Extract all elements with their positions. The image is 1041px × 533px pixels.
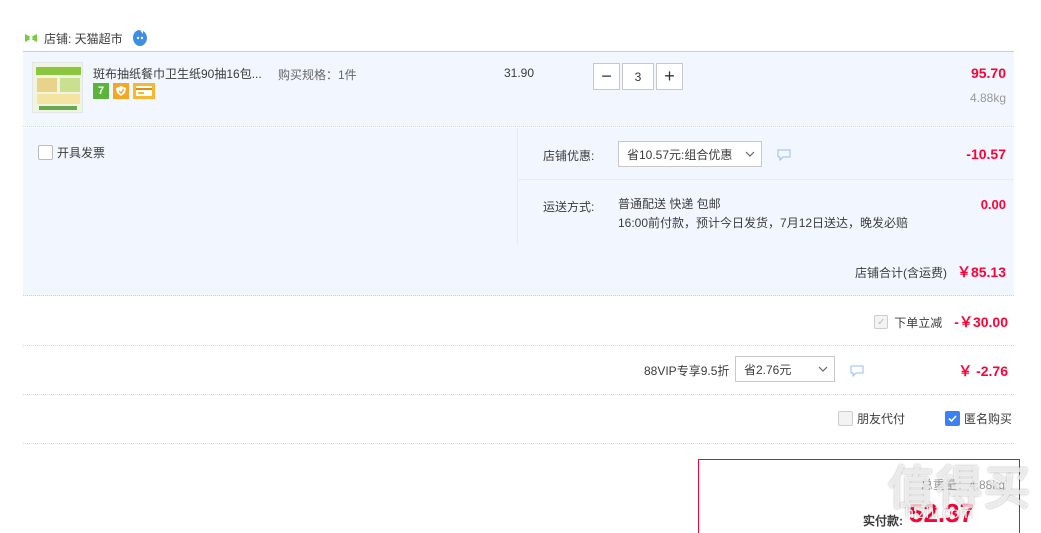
purchase-spec: 购买规格：1件 (278, 68, 357, 82)
cart-item-row: 斑布抽纸餐巾卫生纸90抽16包... 7 购买规格：1件 31.90 − 3 +… (23, 51, 1014, 127)
shipping-fee: 0.00 (980, 197, 1006, 212)
shop-header: 店铺: 天猫超市 (24, 28, 149, 48)
watermark-url: hizhi.com (905, 505, 973, 522)
friend-pay-checkbox[interactable] (838, 411, 853, 426)
wangwang-chat-icon[interactable] (131, 29, 149, 47)
anonymous-purchase-option[interactable]: 匿名购买 (945, 410, 1012, 427)
divider (23, 394, 1014, 395)
shop-discount-select[interactable]: 省10.57元:组合优惠 (618, 141, 762, 167)
quantity-decrease-button[interactable]: − (593, 63, 620, 90)
shop-total-label: 店铺合计(含运费) (854, 265, 947, 280)
invoice-option[interactable]: 开具发票 (38, 144, 105, 161)
vip-discount-select[interactable]: 省2.76元 (735, 356, 835, 382)
message-icon[interactable] (850, 365, 864, 377)
shop-discount-selected: 省10.57元:组合优惠 (627, 147, 733, 162)
service-badges: 7 (93, 83, 155, 99)
divider (23, 443, 1014, 444)
quantity-increase-button[interactable]: + (656, 63, 683, 90)
shop-discount-label: 店铺优惠: (543, 149, 595, 163)
seven-day-return-icon[interactable]: 7 (93, 83, 109, 99)
credit-card-icon[interactable] (133, 83, 155, 99)
order-options-panel: 店铺优惠: 省10.57元:组合优惠 -10.57 运送方式: 普通配送 快递 … (517, 128, 1014, 245)
shop-discount-row: 店铺优惠: 省10.57元:组合优惠 -10.57 (518, 128, 1014, 180)
quantity-input[interactable]: 3 (622, 63, 654, 90)
chevron-down-icon (818, 366, 828, 372)
anonymous-purchase-checkbox[interactable] (945, 411, 960, 426)
shop-icon (25, 34, 37, 42)
guarantee-shield-icon[interactable] (113, 83, 129, 99)
item-weight: 4.88kg (969, 91, 1006, 105)
shipping-note: 16:00前付款，预计今日发货，7月12日送达，晚发必赔 (618, 216, 909, 230)
shipping-method: 普通配送 快递 包邮 (618, 197, 721, 211)
message-icon[interactable] (777, 149, 791, 161)
product-title-link[interactable]: 斑布抽纸餐巾卫生纸90抽16包... (93, 65, 262, 82)
friend-pay-option[interactable]: 朋友代付 (838, 410, 905, 427)
shop-total: 店铺合计(含运费) ￥85.13 (855, 262, 1006, 282)
shop-total-value: ￥85.13 (956, 264, 1006, 280)
quantity-stepper: − 3 + (593, 63, 683, 90)
vip-discount-label: 88VIP专享9.5折 (644, 364, 730, 378)
shipping-label: 运送方式: (543, 200, 595, 214)
order-discount-row: ✓ 下单立减 -￥30.00 (874, 312, 1008, 332)
order-discount-checkbox: ✓ (874, 315, 889, 329)
friend-pay-label[interactable]: 朋友代付 (857, 410, 905, 427)
divider (23, 345, 1014, 346)
item-subtotal: 95.70 (970, 65, 1006, 81)
shop-discount-amount: -10.57 (966, 146, 1006, 162)
vip-discount-value: ￥ -2.76 (958, 363, 1008, 379)
order-discount-value: -￥30.00 (954, 314, 1008, 330)
invoice-label[interactable]: 开具发票 (57, 144, 105, 161)
vip-discount-selected: 省2.76元 (744, 362, 792, 377)
shop-order-details: 开具发票 店铺优惠: 省10.57元:组合优惠 -10.57 运送方式: 普通配… (23, 128, 1014, 296)
anonymous-purchase-label[interactable]: 匿名购买 (964, 410, 1012, 427)
shop-name[interactable]: 店铺: 天猫超市 (44, 30, 123, 47)
checkmark-icon (948, 415, 957, 423)
order-discount-label: 下单立减 (894, 315, 943, 330)
unit-price: 31.90 (504, 66, 535, 80)
chevron-down-icon (745, 151, 755, 157)
shipping-row: 运送方式: 普通配送 快递 包邮 16:00前付款，预计今日发货，7月12日送达… (518, 180, 1014, 245)
product-thumbnail[interactable] (32, 62, 83, 113)
invoice-checkbox[interactable] (38, 145, 53, 160)
